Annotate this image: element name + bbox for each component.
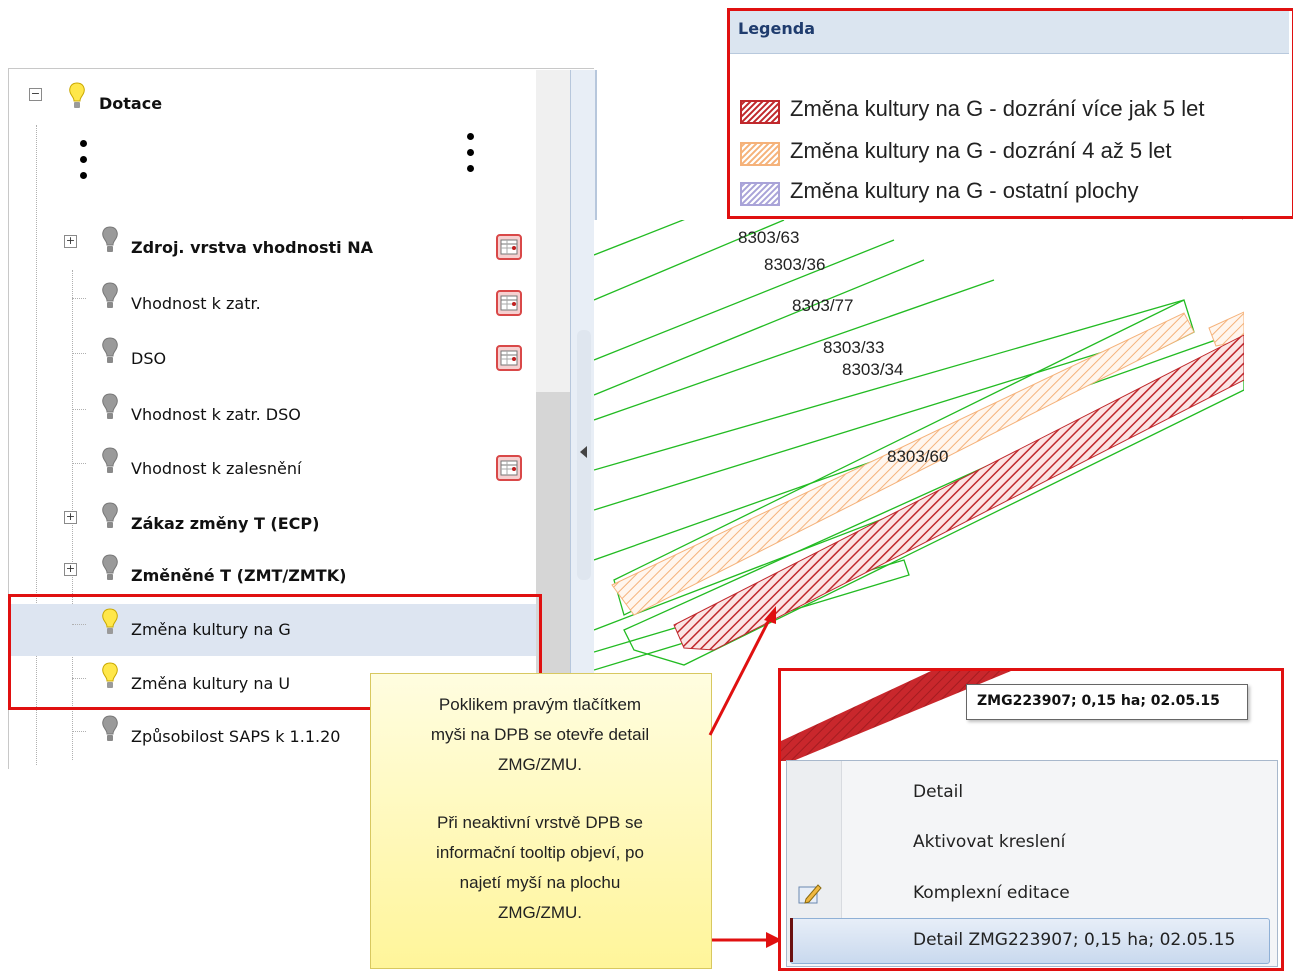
edit-pencil-icon	[798, 884, 822, 904]
context-menu-item[interactable]: Detail	[913, 782, 963, 802]
menu-hover-marker	[790, 918, 793, 962]
area-tooltip: ZMG223907; 0,15 ha; 02.05.15	[966, 684, 1248, 720]
tooltip-text: ZMG223907; 0,15 ha; 02.05.15	[977, 693, 1220, 709]
context-menu-item[interactable]: Komplexní editace	[913, 883, 1070, 903]
context-menu-item[interactable]: Aktivovat kreslení	[913, 832, 1065, 852]
context-menu-item[interactable]: Detail ZMG223907; 0,15 ha; 02.05.15	[913, 930, 1235, 950]
